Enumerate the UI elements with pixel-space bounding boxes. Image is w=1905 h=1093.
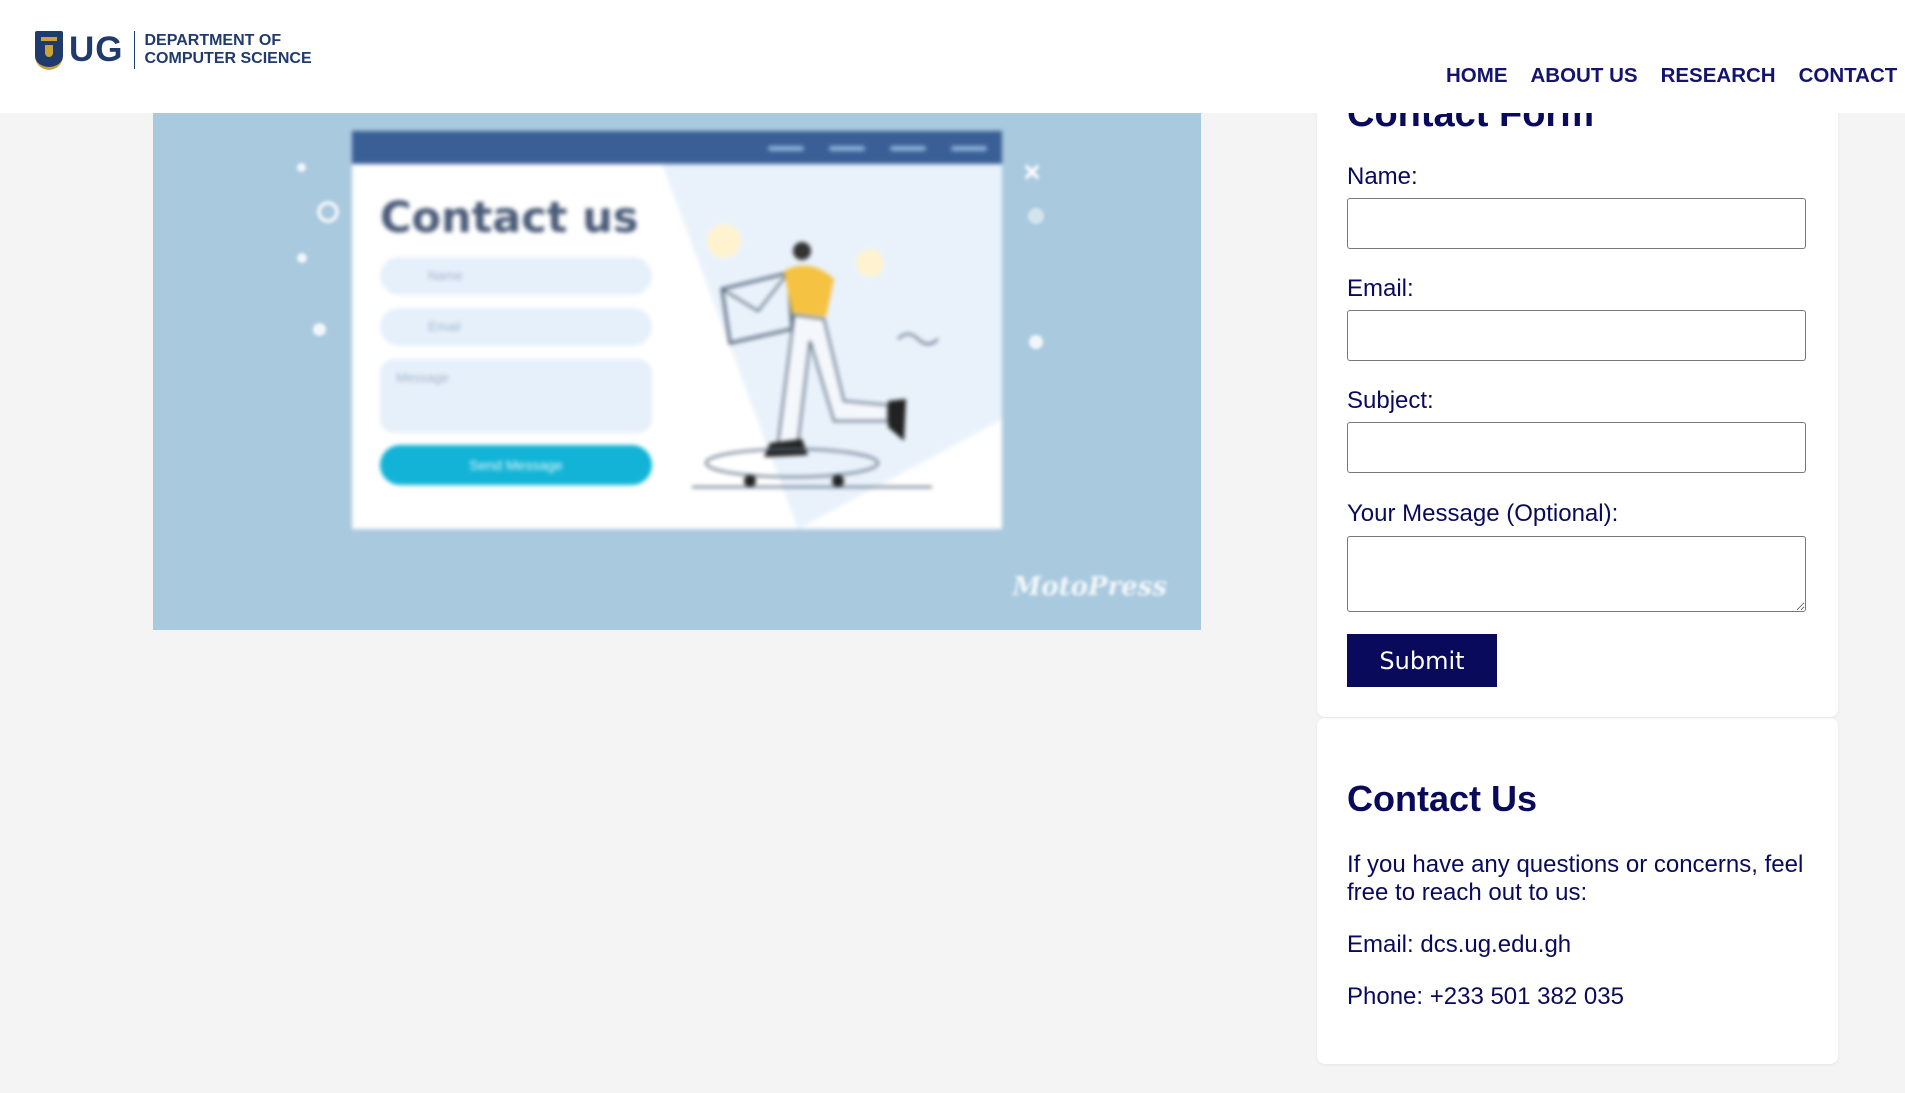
contact-title: Contact Us xyxy=(1347,778,1538,819)
contact-phone: Phone: +233 501 382 035 xyxy=(1347,983,1624,1010)
mockup-title: Contact us xyxy=(380,193,639,243)
person-skateboard-illustration xyxy=(692,224,939,488)
motopress-watermark: MotoPress xyxy=(1012,572,1167,602)
logo-line-1: DEPARTMENT OF xyxy=(144,32,282,49)
contact-email: Email: dcs.ug.edu.gh xyxy=(1347,931,1572,958)
contact-info-card: Contact Us If you have any questions or … xyxy=(1317,718,1838,1064)
mockup-send-button: Send Message xyxy=(380,445,652,485)
logo-department: DEPARTMENT OF COMPUTER SCIENCE xyxy=(145,32,312,68)
nav-home[interactable]: HOME xyxy=(1446,64,1508,88)
nav-research[interactable]: RESEARCH xyxy=(1661,64,1776,88)
email-label: Email: xyxy=(1347,275,1414,302)
nav-about-us[interactable]: ABOUT US xyxy=(1531,64,1638,88)
contact-illustration: Contact us Name Email Message Send Messa… xyxy=(153,113,1201,630)
decor-dot xyxy=(1029,335,1043,349)
site-logo[interactable]: UG DEPARTMENT OF COMPUTER SCIENCE xyxy=(35,30,312,70)
email-input[interactable] xyxy=(1347,310,1806,361)
message-label: Your Message (Optional): xyxy=(1347,500,1619,527)
submit-button[interactable]: Submit xyxy=(1347,634,1497,687)
decor-ring xyxy=(317,201,339,223)
mockup-name-field: Name xyxy=(380,257,652,295)
mockup-email-field: Email xyxy=(380,308,652,346)
site-header: UG DEPARTMENT OF COMPUTER SCIENCE HOME A… xyxy=(0,0,1905,113)
mockup-message-field: Message xyxy=(380,359,652,433)
logo-ug-text: UG xyxy=(69,30,124,69)
contact-intro: If you have any questions or concerns, f… xyxy=(1347,851,1804,906)
message-textarea[interactable] xyxy=(1347,536,1806,612)
main-nav: HOME ABOUT US RESEARCH CONTACT xyxy=(1446,64,1905,88)
name-label: Name: xyxy=(1347,163,1418,190)
name-input[interactable] xyxy=(1347,198,1806,249)
contact-form-card: Contact Form Name: Email: Subject: Your … xyxy=(1317,60,1838,717)
ug-crest-icon xyxy=(35,30,63,70)
logo-divider xyxy=(133,31,135,69)
decor-dot xyxy=(297,163,306,172)
contact-mockup: Contact us Name Email Message Send Messa… xyxy=(352,131,1002,529)
mockup-navbar xyxy=(352,131,1002,164)
decor-dot xyxy=(1028,208,1044,224)
nav-contact[interactable]: CONTACT xyxy=(1799,64,1898,88)
decor-dot xyxy=(313,323,326,336)
subject-input[interactable] xyxy=(1347,422,1806,473)
subject-label: Subject: xyxy=(1347,387,1434,414)
logo-line-2: COMPUTER SCIENCE xyxy=(144,50,312,67)
decor-dot xyxy=(297,253,307,263)
